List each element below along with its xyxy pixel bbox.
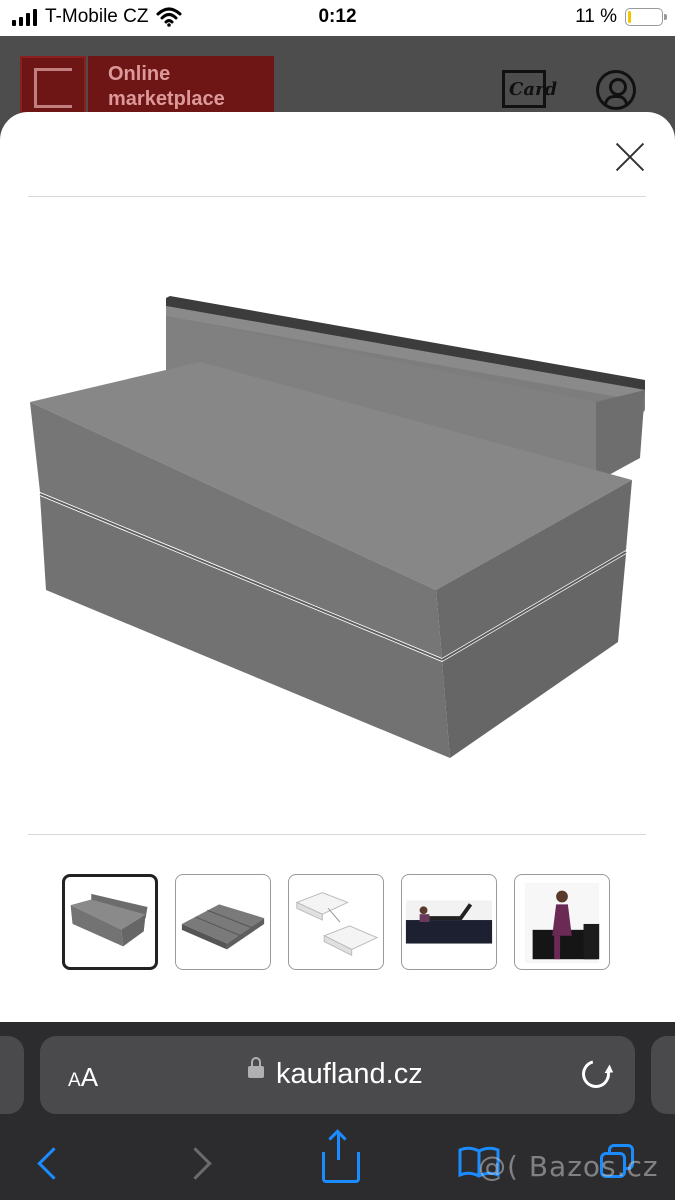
top-divider xyxy=(28,196,646,197)
address-bar[interactable]: AA kaufland.cz xyxy=(40,1036,635,1114)
clock: 0:12 xyxy=(318,6,357,27)
url-text: kaufland.cz xyxy=(276,1058,423,1090)
kaufland-logo xyxy=(20,56,86,116)
reader-aa-button[interactable]: AA xyxy=(68,1062,98,1093)
battery-icon xyxy=(625,8,667,26)
brand-text: Online marketplace xyxy=(108,63,225,110)
watermark: @( Bazos.cz xyxy=(478,1150,659,1183)
thumbnail-unfolded-mattress[interactable] xyxy=(175,874,271,970)
next-tab-peek[interactable] xyxy=(651,1036,675,1114)
battery-percent: 11 % xyxy=(575,6,617,27)
thumbnail-sofa-angle[interactable] xyxy=(62,874,158,970)
close-button[interactable] xyxy=(610,136,650,176)
bottom-divider xyxy=(28,834,646,835)
lock-icon xyxy=(248,1057,264,1078)
main-product-image[interactable] xyxy=(0,290,675,810)
reload-icon[interactable] xyxy=(576,1054,616,1094)
account-icon[interactable] xyxy=(596,70,636,110)
status-bar: T-Mobile CZ 0:12 11 % xyxy=(0,0,675,36)
thumbnail-woman-lying[interactable] xyxy=(401,874,497,970)
thumbnail-strip xyxy=(62,874,610,970)
card-icon[interactable]: Card xyxy=(502,70,557,108)
battery-level xyxy=(628,11,631,23)
card-label: Card xyxy=(509,79,558,100)
forward-icon[interactable] xyxy=(179,1147,212,1180)
back-icon[interactable] xyxy=(37,1147,70,1180)
share-icon[interactable] xyxy=(322,1132,360,1183)
sitting-thumbnail-image xyxy=(524,882,600,964)
sofa-thumbnail-image xyxy=(70,893,148,947)
mattress-thumbnail-image xyxy=(181,904,265,950)
status-right: 11 % xyxy=(575,6,667,28)
marketplace-logo: Online marketplace xyxy=(88,56,274,116)
image-gallery-modal xyxy=(0,112,675,1022)
dimension-thumbnail-image xyxy=(295,892,379,957)
lying-thumbnail-image xyxy=(405,900,493,944)
thumbnail-woman-sitting[interactable] xyxy=(514,874,610,970)
thumbnail-dimension-drawing[interactable] xyxy=(288,874,384,970)
sofa-illustration xyxy=(30,296,645,758)
previous-tab-peek[interactable] xyxy=(0,1036,24,1114)
